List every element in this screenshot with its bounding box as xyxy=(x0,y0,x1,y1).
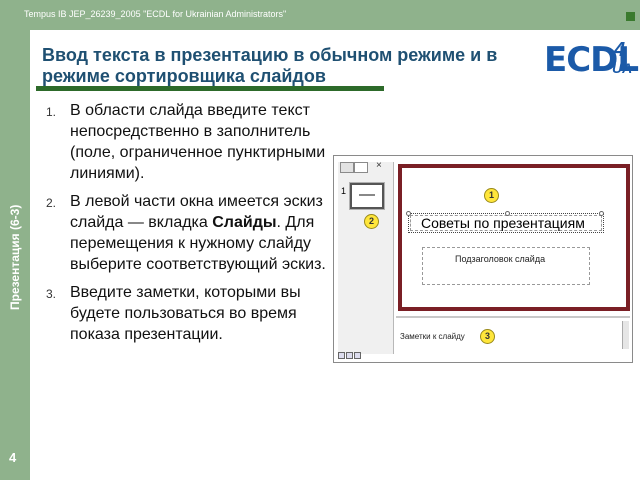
sorter-view-icon[interactable] xyxy=(346,352,353,359)
logo-number: 4 xyxy=(614,39,626,61)
list-item: 1. В области слайда введите текст непоср… xyxy=(40,100,330,184)
callout-badge-3: 3 xyxy=(480,329,495,344)
list-item-number: 1. xyxy=(46,105,57,119)
slideshow-view-icon[interactable] xyxy=(354,352,361,359)
list-item: 3. Введите заметки, которыми вы будете п… xyxy=(40,282,330,345)
section-label: Презентация (6-3) xyxy=(8,204,22,310)
banner-square-icon xyxy=(626,12,635,21)
resize-handle[interactable] xyxy=(505,211,510,216)
subtitle-placeholder[interactable]: Подзаголовок слайда xyxy=(422,247,590,285)
resize-handle[interactable] xyxy=(599,211,604,216)
instruction-list: 1. В области слайда введите текст непоср… xyxy=(40,100,330,352)
logo-suffix: UA xyxy=(612,60,633,76)
notes-scrollbar[interactable] xyxy=(622,321,629,349)
slide-canvas[interactable]: Советы по презентациям Подзаголовок слай… xyxy=(398,164,630,311)
callout-badge-2: 2 xyxy=(364,214,379,229)
slides-tab[interactable] xyxy=(354,162,368,173)
notes-placeholder-text: Заметки к слайду xyxy=(400,332,465,341)
slide-thumbnail[interactable] xyxy=(349,182,385,210)
notes-pane[interactable]: Заметки к слайду xyxy=(396,316,630,350)
page-title: Ввод текста в презентацию в обычном режи… xyxy=(42,45,498,86)
pane-tabs: × xyxy=(340,160,392,174)
normal-view-icon[interactable] xyxy=(338,352,345,359)
thumbnail-number: 1 xyxy=(341,186,347,196)
ecdl-logo: ECDL 4 UA xyxy=(544,39,639,82)
project-caption: Tempus IB JEP_26239_2005 "ECDL for Ukrai… xyxy=(24,9,287,19)
subtitle-placeholder-text: Подзаголовок слайда xyxy=(455,254,546,264)
thumbnail-title-line xyxy=(359,194,375,196)
page-number: 4 xyxy=(9,450,17,465)
resize-handle[interactable] xyxy=(406,211,411,216)
slides-pane: × 1 2 xyxy=(338,160,394,354)
close-icon[interactable]: × xyxy=(376,160,382,171)
list-item-number: 2. xyxy=(46,196,57,210)
title-placeholder-text: Советы по презентациям xyxy=(421,215,585,231)
callout-badge-1: 1 xyxy=(484,188,499,203)
slides-tab-term: Слайды xyxy=(212,214,277,231)
list-item-text: В области слайда введите текст непосредс… xyxy=(70,102,326,182)
top-banner: Tempus IB JEP_26239_2005 "ECDL for Ukrai… xyxy=(0,0,640,30)
list-item: 2. В левой части окна имеется эскиз слай… xyxy=(40,191,330,275)
view-buttons xyxy=(338,352,394,360)
title-placeholder[interactable]: Советы по презентациям xyxy=(406,211,604,233)
outline-tab[interactable] xyxy=(340,162,354,173)
title-underline xyxy=(36,86,384,91)
powerpoint-screenshot: × 1 2 Советы по презентациям Подзаголово… xyxy=(333,155,633,363)
list-item-number: 3. xyxy=(46,287,57,301)
list-item-text: Введите заметки, которыми вы будете поль… xyxy=(70,284,301,343)
